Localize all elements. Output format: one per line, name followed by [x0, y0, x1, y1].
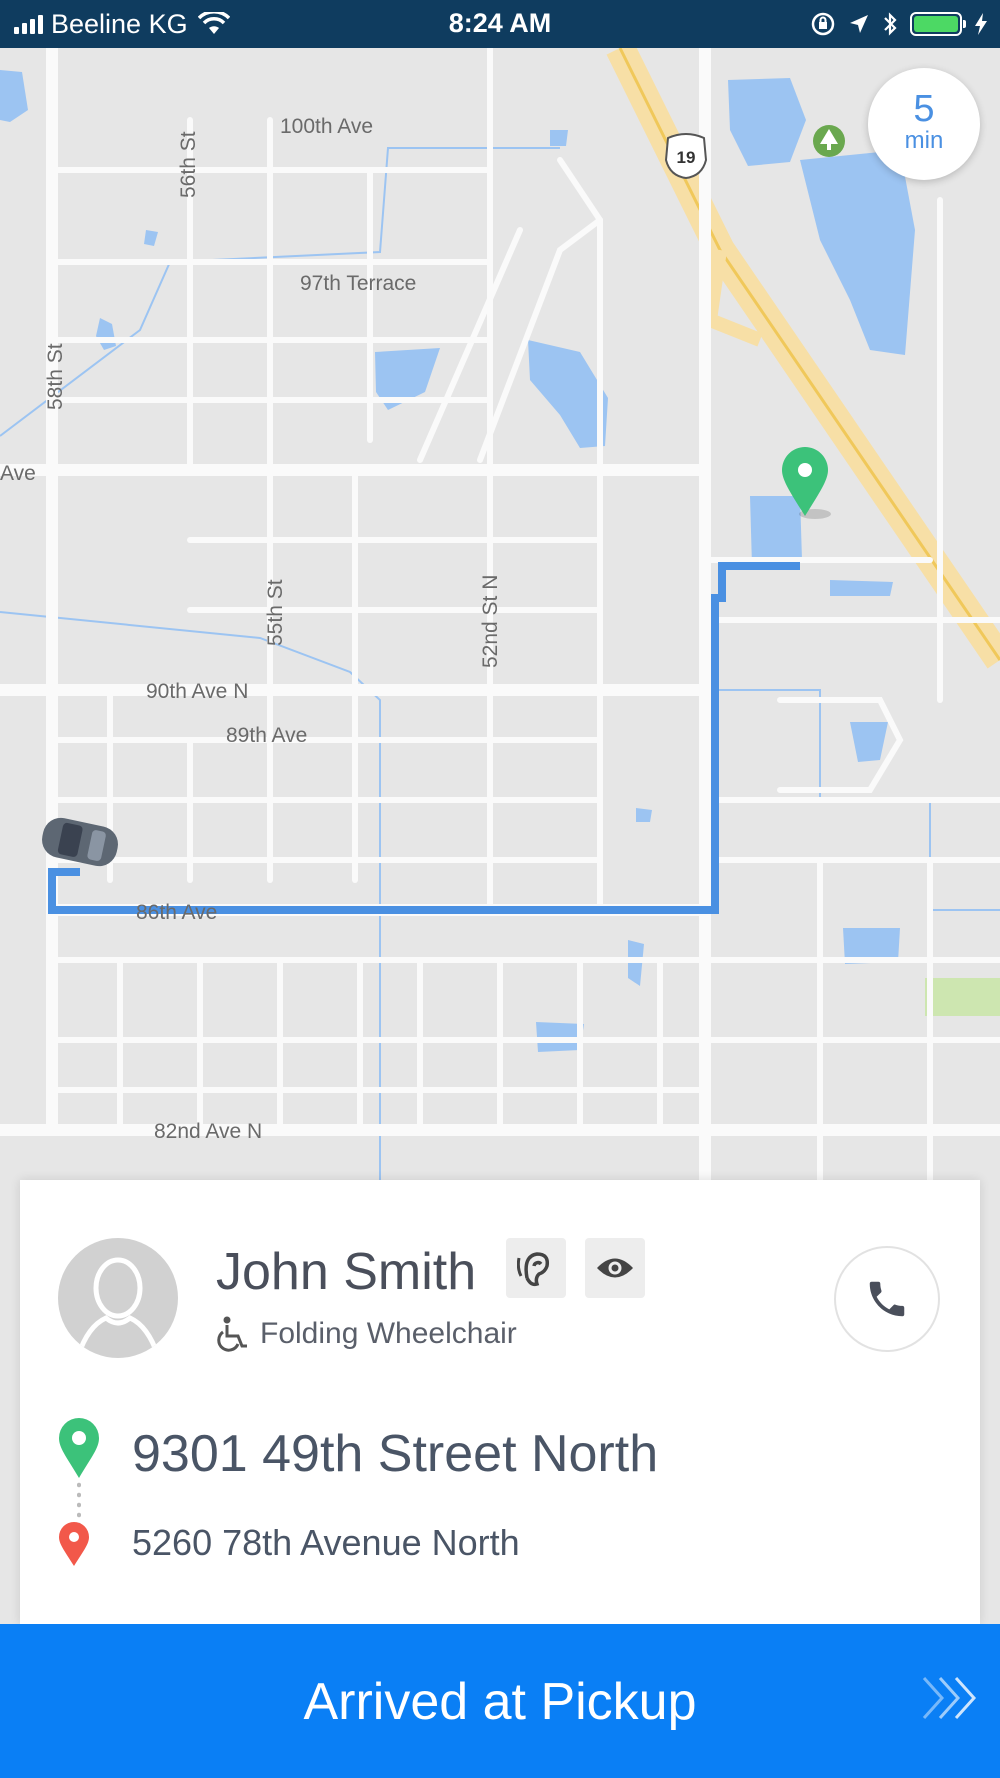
- street-label-52nd-st-n: 52nd St N: [479, 575, 502, 668]
- call-button[interactable]: [834, 1246, 940, 1352]
- mobility-needs-label: Folding Wheelchair: [260, 1317, 517, 1350]
- street-label-82nd-ave-n: 82nd Ave N: [154, 1120, 262, 1143]
- orientation-lock-icon: [811, 12, 835, 36]
- phone-icon: [869, 1281, 905, 1317]
- mobility-needs: Folding Wheelchair: [216, 1316, 517, 1352]
- eta-value: 5: [913, 88, 935, 130]
- vision-badge: [585, 1238, 645, 1298]
- hearing-icon: [517, 1252, 550, 1287]
- battery-icon: [910, 12, 966, 36]
- dropoff-address: 5260 78th Avenue North: [132, 1522, 520, 1563]
- street-label-55th-st: 55th St: [264, 579, 287, 646]
- vision-icon: [597, 1258, 633, 1278]
- avatar: [58, 1238, 178, 1358]
- bluetooth-icon: [884, 12, 897, 36]
- highway-shield-label: 19: [677, 148, 696, 167]
- eta-badge: 5 min: [868, 68, 980, 180]
- street-label-100th-ave: 100th Ave: [280, 115, 373, 138]
- pickup-marker-icon: [59, 1418, 99, 1478]
- highway-shield-icon: 19: [664, 133, 708, 180]
- street-label-ave: Ave: [0, 462, 36, 485]
- arrived-at-pickup-label: Arrived at Pickup: [303, 1673, 697, 1731]
- park-icon: [813, 125, 845, 157]
- person-icon: [75, 1257, 161, 1357]
- street-label-58th-st: 58th St: [44, 343, 67, 410]
- arrived-at-pickup-button[interactable]: Arrived at Pickup: [0, 1624, 1000, 1778]
- route-connector: [77, 1480, 81, 1524]
- street-label-56th-st: 56th St: [177, 131, 200, 198]
- pickup-address: 9301 49th Street North: [132, 1425, 659, 1483]
- street-label-97th-terrace: 97th Terrace: [300, 272, 416, 295]
- street-label-90th-ave-n: 90th Ave N: [146, 680, 248, 703]
- location-arrow-icon: [850, 15, 868, 33]
- status-bar: Beeline KG 8:24 AM: [0, 0, 1000, 48]
- street-label-86th-ave: 86th Ave: [136, 901, 217, 924]
- rider-name: John Smith: [216, 1243, 477, 1301]
- eta-unit: min: [904, 127, 944, 154]
- charging-icon: [975, 13, 987, 35]
- wheelchair-icon: [217, 1316, 247, 1352]
- dropoff-marker-icon: [59, 1522, 89, 1566]
- swipe-chevrons-icon: [922, 1676, 977, 1720]
- rider-card: John Smith Folding Wheelchair 9301 49th …: [20, 1180, 980, 1624]
- hearing-badge: [506, 1238, 566, 1298]
- street-label-89th-ave: 89th Ave: [226, 724, 307, 747]
